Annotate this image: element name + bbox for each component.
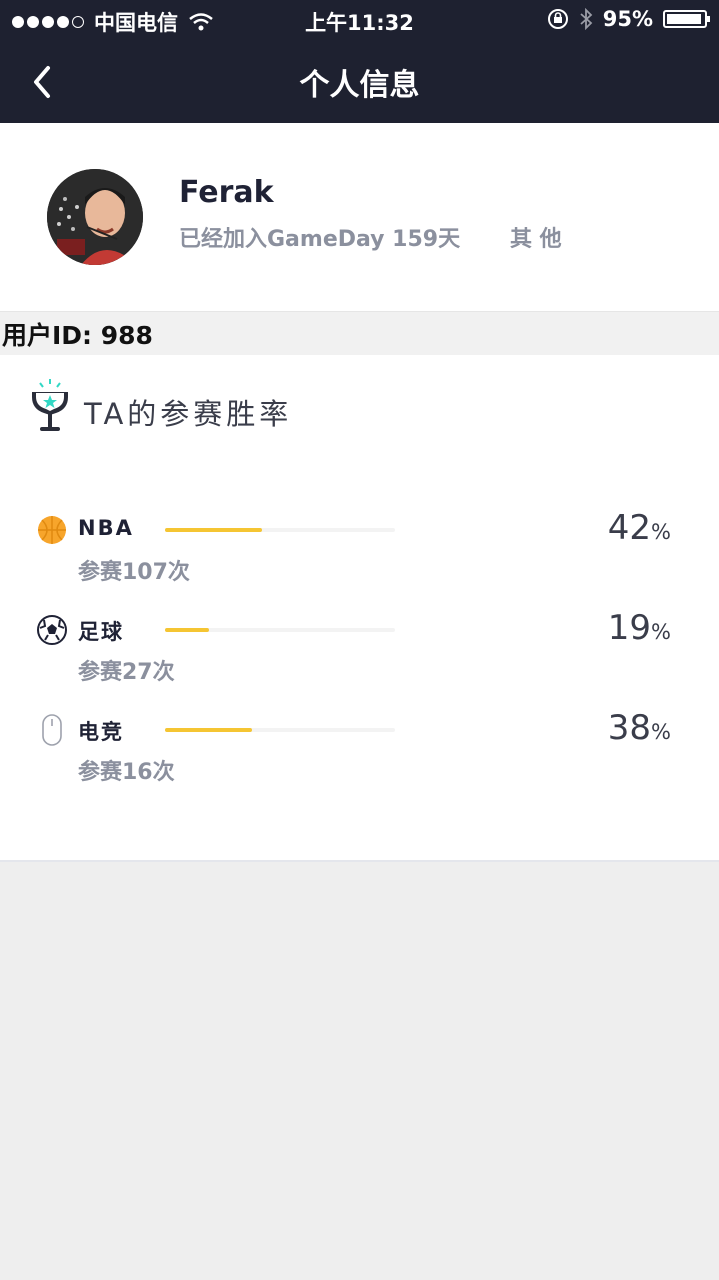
bluetooth-icon: [580, 8, 593, 30]
battery-icon: [663, 10, 710, 28]
match-count: 参赛16次: [78, 760, 175, 785]
page-title: 个人信息: [299, 68, 420, 103]
match-count: 参赛27次: [78, 660, 175, 685]
win-rate-track: [165, 728, 395, 732]
stat-label: 足球: [78, 620, 124, 644]
win-rate-bar: [165, 728, 253, 732]
stat-row-esports: 电竞 38% 参赛16次: [0, 708, 719, 804]
status-right: 95%: [547, 7, 710, 31]
user-id: 用户ID: 988: [2, 321, 153, 350]
soccer-ball-icon: [37, 615, 67, 645]
win-rate-track: [165, 628, 395, 632]
trophy-icon: [32, 379, 68, 431]
other-link[interactable]: 其 他: [510, 221, 562, 253]
joined-duration: 已经加入GameDay 159天: [179, 227, 461, 252]
stat-row-football: 足球 19% 参赛27次: [0, 608, 719, 704]
user-id-bar: 用户ID: 988: [0, 311, 719, 356]
stat-row-nba: NBA 42% 参赛107次: [0, 508, 719, 604]
win-rate-percent: 42%: [607, 508, 671, 548]
win-rate-track: [165, 528, 395, 532]
username: Ferak: [179, 175, 274, 210]
win-rate-percent: 38%: [607, 708, 671, 748]
status-bar: 中国电信 上午11:32 95%: [0, 0, 719, 40]
win-rate-bar: [165, 528, 262, 532]
top-bar: 中国电信 上午11:32 95% 个人信息: [0, 0, 719, 123]
battery-percent: 95%: [602, 7, 653, 31]
win-rate-percent: 19%: [607, 608, 671, 648]
match-count: 参赛107次: [78, 560, 190, 585]
basketball-icon: [38, 516, 66, 544]
section-title: TA的参赛胜率: [84, 397, 293, 431]
nav-bar: 个人信息: [0, 48, 719, 114]
avatar[interactable]: [47, 169, 143, 265]
stat-label: NBA: [78, 516, 134, 540]
win-rate-section: TA的参赛胜率 NBA 42% 参赛107次 足球 19% 参赛27次 电竞 3…: [0, 355, 719, 862]
rotation-lock-icon: [547, 9, 568, 29]
profile-card: Ferak 已经加入GameDay 159天 其 他: [0, 123, 719, 311]
stat-label: 电竞: [78, 720, 124, 744]
win-rate-bar: [165, 628, 209, 632]
avatar-photo: [47, 169, 143, 265]
mouse-icon: [42, 714, 62, 746]
